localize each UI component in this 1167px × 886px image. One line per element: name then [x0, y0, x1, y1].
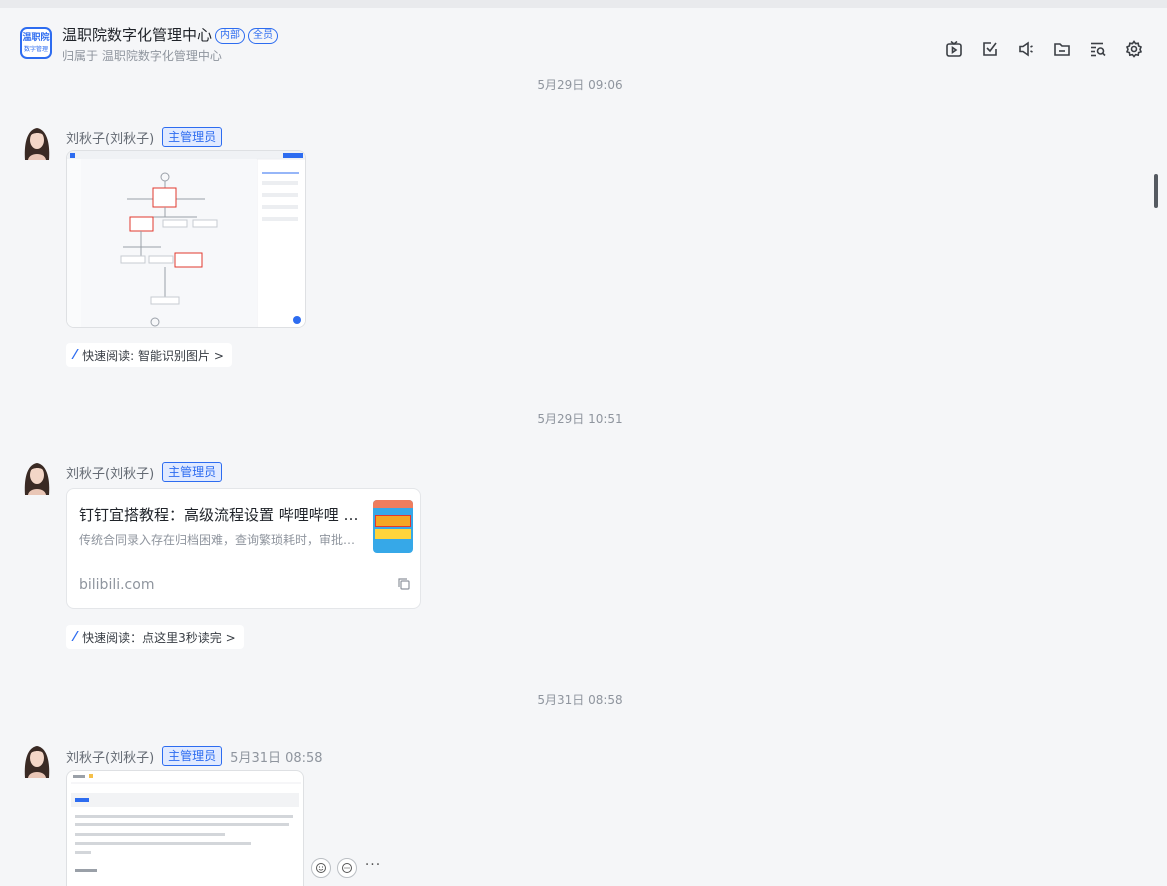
sender-avatar[interactable]	[20, 124, 54, 160]
document-screenshot-image	[71, 774, 301, 872]
files-button[interactable]	[1051, 38, 1073, 60]
message-hover-toolbar: ···	[311, 858, 383, 878]
announcement-button[interactable]	[1015, 38, 1037, 60]
thumbnail-band	[375, 515, 411, 527]
link-preview-card[interactable]: 钉钉宜搭教程：高级流程设置 哔哩哔哩 bilibili 传统合同录入存在归档困难…	[66, 488, 421, 609]
time-divider: 5月29日 09:06	[537, 78, 623, 92]
announcement-icon	[1019, 41, 1033, 57]
group-title[interactable]: 温职院数字化管理中心 内部 全员	[62, 24, 279, 45]
todo-button[interactable]	[979, 38, 1001, 60]
message-sender: 刘秋子(刘秋子) 主管理员 5月31日 08:58	[66, 746, 323, 766]
group-name: 温职院数字化管理中心	[62, 26, 213, 44]
chat-header: 温职院 数字管理 温职院数字化管理中心 内部 全员 归属于 温职院数字化管理中心	[0, 0, 1167, 70]
message-timestamp: 5月31日 08:58	[230, 750, 323, 766]
quick-read-button[interactable]: ⁄ 快速阅读: 智能识别图片 >	[66, 343, 232, 367]
internal-tag: 内部	[215, 28, 246, 44]
settings-button[interactable]	[1123, 38, 1145, 60]
ai-spark-icon: ⁄	[74, 629, 77, 645]
todo-check-icon	[983, 42, 997, 56]
more-button[interactable]: ···	[363, 858, 383, 878]
settings-gear-icon	[1125, 40, 1143, 58]
comment-icon	[342, 863, 352, 873]
image-message[interactable]	[66, 150, 306, 328]
sender-name[interactable]: 刘秋子(刘秋子)	[66, 463, 154, 482]
link-domain: bilibili.com	[79, 577, 155, 593]
ai-spark-icon: ⁄	[74, 347, 77, 363]
group-logo-line2: 数字管理	[23, 46, 48, 53]
sender-name[interactable]: 刘秋子(刘秋子)	[66, 128, 154, 147]
reaction-button[interactable]	[311, 858, 331, 878]
image-message[interactable]	[66, 770, 304, 886]
workflow-screenshot-image	[67, 151, 305, 327]
link-thumbnail	[373, 500, 413, 553]
thumbnail-band	[373, 500, 413, 508]
group-avatar[interactable]: 温职院 数字管理	[20, 27, 52, 59]
quick-read-label: 快速阅读：点这里3秒读完 >	[82, 630, 236, 645]
live-video-icon	[946, 40, 962, 57]
time-divider: 5月31日 08:58	[537, 693, 623, 707]
emoji-add-icon	[316, 863, 326, 873]
header-toolbar	[943, 38, 1145, 60]
quick-read-button[interactable]: ⁄ 快速阅读：点这里3秒读完 >	[66, 625, 244, 649]
quick-read-label: 快速阅读: 智能识别图片 >	[82, 348, 224, 363]
sender-avatar[interactable]	[20, 742, 54, 778]
admin-badge: 主管理员	[162, 746, 223, 766]
group-logo-line1: 温职院	[22, 33, 50, 43]
admin-badge: 主管理员	[162, 462, 223, 482]
sender-avatar[interactable]	[20, 459, 54, 495]
chat-scrollbar[interactable]	[1154, 174, 1158, 208]
message-sender: 刘秋子(刘秋子) 主管理员	[66, 462, 223, 482]
sender-name[interactable]: 刘秋子(刘秋子)	[66, 747, 154, 766]
search-history-button[interactable]	[1087, 38, 1109, 60]
link-description: 传统合同录入存在归档困难，查询繁琐耗时，审批效率低等问题	[79, 533, 364, 547]
all-members-tag: 全员	[248, 28, 279, 44]
search-history-icon	[1091, 42, 1106, 57]
message-sender: 刘秋子(刘秋子) 主管理员	[66, 127, 223, 147]
group-subtitle: 归属于 温职院数字化管理中心	[62, 49, 222, 63]
reply-button[interactable]	[337, 858, 357, 878]
thumbnail-band	[375, 529, 411, 539]
live-video-button[interactable]	[943, 38, 965, 60]
copy-icon[interactable]	[397, 577, 411, 591]
folder-icon	[1054, 43, 1070, 56]
link-title: 钉钉宜搭教程：高级流程设置 哔哩哔哩 bilibili	[79, 506, 364, 524]
time-divider: 5月29日 10:51	[537, 412, 623, 426]
admin-badge: 主管理员	[162, 127, 223, 147]
